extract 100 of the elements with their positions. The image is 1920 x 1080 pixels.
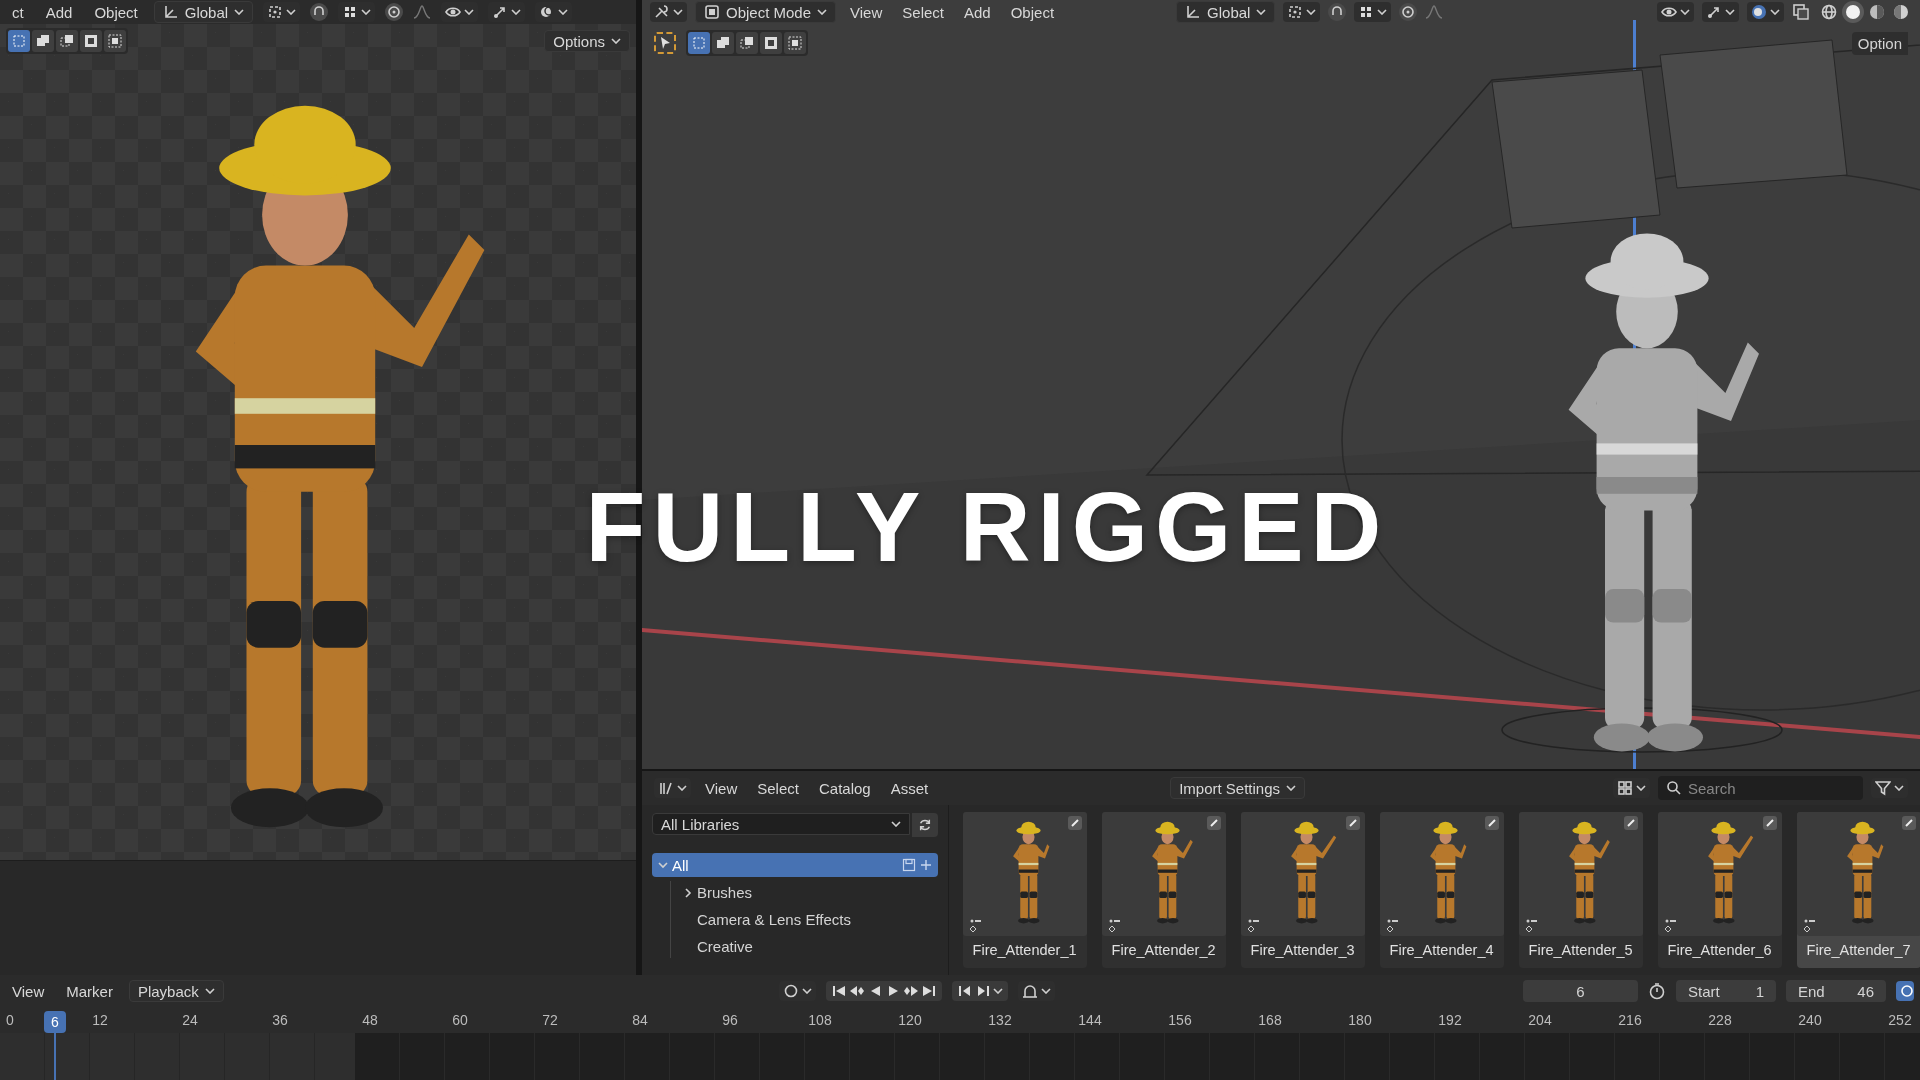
stopwatch-icon[interactable] — [1648, 982, 1666, 1000]
frame-number: 192 — [1438, 1012, 1462, 1028]
tree-item[interactable]: Creative — [679, 935, 938, 958]
selection-mode-button[interactable] — [736, 32, 758, 54]
frame-number: 84 — [632, 1012, 648, 1028]
frame-number: 60 — [452, 1012, 468, 1028]
library-dropdown[interactable]: All Libraries — [652, 813, 910, 835]
frame-number: 132 — [988, 1012, 1012, 1028]
add-icon[interactable] — [919, 859, 932, 871]
menu-item[interactable]: View — [699, 777, 744, 799]
menu-item[interactable]: Marker — [60, 980, 119, 1002]
frame-number: 144 — [1078, 1012, 1102, 1028]
asset-tile[interactable]: Fire_Attender_1 — [962, 812, 1087, 968]
select-tool-button[interactable] — [654, 32, 676, 54]
selection-mode-icon — [83, 33, 99, 49]
frame-number: 36 — [272, 1012, 288, 1028]
asset-name: Fire_Attender_6 — [1667, 942, 1772, 958]
next-keyframe-icon[interactable] — [902, 983, 919, 999]
asset-tile[interactable]: Fire_Attender_2 — [1101, 812, 1226, 968]
current-frame-field[interactable]: 6 — [1523, 980, 1638, 1002]
import-settings-dropdown[interactable]: Import Settings — [1170, 777, 1306, 799]
proportional-edit-icon[interactable] — [385, 3, 404, 21]
menu-item[interactable]: Object — [1004, 1, 1061, 23]
gizmo-button[interactable] — [1702, 2, 1739, 22]
caret-icon — [801, 988, 812, 994]
selection-mode-button[interactable] — [712, 32, 734, 54]
selection-mode-icon — [35, 33, 51, 49]
selection-mode-button[interactable] — [760, 32, 782, 54]
display-mode-icon — [1617, 780, 1633, 796]
menu-item[interactable]: Select — [751, 777, 805, 799]
frame-number: 180 — [1348, 1012, 1372, 1028]
snap-icon[interactable] — [1328, 3, 1347, 21]
pivot-icon — [1287, 4, 1304, 20]
caret-icon — [511, 9, 522, 15]
orientation-dropdown[interactable]: Global — [1176, 1, 1276, 23]
editor-type-button[interactable] — [650, 2, 687, 22]
caret-icon — [1636, 785, 1646, 791]
tree-item[interactable]: Brushes — [679, 881, 938, 904]
frame-number: 228 — [1708, 1012, 1732, 1028]
frame-number: 240 — [1798, 1012, 1822, 1028]
frame-number: 108 — [808, 1012, 832, 1028]
sync-icon[interactable] — [1896, 981, 1914, 1001]
falloff-curve-icon[interactable] — [413, 4, 432, 20]
caret-icon — [1894, 785, 1904, 791]
keying-icon — [1021, 983, 1038, 999]
asset-name: Fire_Attender_7 — [1806, 942, 1911, 958]
selection-mode-button[interactable] — [32, 30, 54, 52]
selection-mode-button[interactable] — [80, 30, 102, 52]
overlay-button[interactable] — [1747, 2, 1784, 22]
falloff-curve-icon[interactable] — [1425, 4, 1444, 20]
selection-mode-button[interactable] — [104, 30, 126, 52]
save-catalog-icon[interactable] — [901, 858, 916, 872]
selection-mode-button[interactable] — [784, 32, 806, 54]
asset-tile[interactable]: Fire_Attender_3 — [1240, 812, 1365, 968]
asset-tile[interactable]: Fire_Attender_6 — [1657, 812, 1782, 968]
selection-mode-button[interactable] — [56, 30, 78, 52]
tree-item[interactable]: Camera & Lens Effects — [679, 908, 938, 931]
asset-name: Fire_Attender_1 — [972, 942, 1077, 958]
menu-item[interactable]: Add — [958, 1, 997, 23]
chevron-right-icon — [683, 887, 693, 898]
start-frame-field[interactable]: Start 1 — [1676, 980, 1776, 1002]
visibility-button[interactable] — [1657, 2, 1694, 22]
orientation-dropdown[interactable]: Global — [153, 1, 254, 23]
previous-marker-icon[interactable] — [956, 983, 973, 999]
frame-number: 24 — [182, 1012, 198, 1028]
menu-item[interactable]: ct — [6, 1, 30, 23]
menu-item[interactable]: Catalog — [812, 777, 877, 799]
asset-tile[interactable]: Fire_Attender_4 — [1379, 812, 1504, 968]
snap-icon[interactable] — [310, 3, 329, 21]
menu-item[interactable]: Asset — [884, 777, 935, 799]
jump-end-icon[interactable] — [920, 983, 937, 999]
menu-item[interactable]: Select — [896, 1, 950, 23]
proportional-edit-icon[interactable] — [1399, 3, 1418, 21]
record-icon — [782, 983, 799, 999]
selection-mode-icon — [787, 35, 803, 51]
playhead[interactable]: 6 — [44, 1011, 66, 1033]
mode-dropdown[interactable]: Object Mode — [695, 1, 837, 23]
pivot-button[interactable] — [1283, 2, 1321, 22]
asset-tile[interactable]: Fire_Attender_7 — [1796, 812, 1920, 968]
tree-item[interactable]: All — [652, 853, 938, 877]
caret-icon — [1377, 9, 1388, 15]
jump-start-icon[interactable] — [830, 983, 847, 999]
end-frame-field[interactable]: End 46 — [1786, 980, 1886, 1002]
menu-item[interactable]: View — [844, 1, 889, 23]
previous-keyframe-icon[interactable] — [848, 983, 865, 999]
asset-tile[interactable]: Fire_Attender_5 — [1518, 812, 1643, 968]
snap-grid-button[interactable] — [1354, 2, 1392, 22]
refresh-button[interactable] — [911, 813, 938, 837]
options-dropdown[interactable]: Options — [544, 30, 630, 52]
xray-icon[interactable] — [1792, 3, 1810, 21]
caret-icon — [464, 9, 475, 15]
caret-icon — [890, 821, 901, 827]
caret-icon — [1040, 988, 1051, 994]
menu-item[interactable]: View — [6, 980, 51, 1002]
menu-item[interactable]: Add — [39, 1, 79, 23]
caret-icon — [1680, 9, 1690, 15]
menu-item[interactable]: Object — [88, 1, 144, 23]
caret-icon — [286, 9, 297, 15]
playback-dropdown[interactable]: Playback — [128, 980, 224, 1002]
search-field[interactable]: Search — [1658, 776, 1863, 800]
